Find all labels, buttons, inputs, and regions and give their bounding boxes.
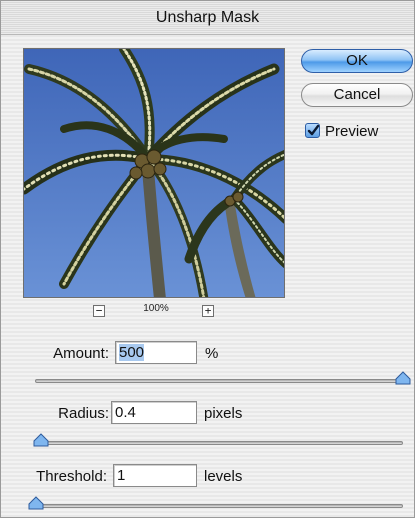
checkmark-icon: [307, 124, 320, 136]
radius-slider-thumb[interactable]: [33, 433, 49, 447]
ok-button[interactable]: OK: [301, 49, 413, 73]
radius-unit: pixels: [204, 405, 243, 422]
palm-tree-image: [24, 49, 284, 297]
amount-value: 500: [119, 344, 145, 361]
amount-slider-track[interactable]: [35, 379, 403, 383]
window-title: Unsharp Mask: [155, 9, 260, 26]
amount-unit: %: [205, 345, 219, 362]
threshold-field[interactable]: 1: [113, 464, 197, 487]
radius-label: Radius:: [58, 405, 109, 422]
zoom-in-button[interactable]: +: [202, 305, 214, 317]
amount-label: Amount:: [53, 345, 109, 362]
zoom-out-button[interactable]: −: [93, 305, 105, 317]
radius-field[interactable]: 0.4: [111, 401, 197, 424]
threshold-slider-thumb[interactable]: [28, 496, 44, 510]
preview-image[interactable]: [23, 48, 285, 298]
radius-slider-track[interactable]: [35, 441, 403, 445]
preview-checkbox[interactable]: [305, 123, 320, 138]
threshold-unit: levels: [204, 468, 243, 485]
threshold-label: Threshold:: [36, 468, 107, 485]
title-bar[interactable]: Unsharp Mask: [1, 1, 414, 35]
threshold-slider-track[interactable]: [35, 504, 403, 508]
zoom-level: 100%: [143, 303, 169, 314]
preview-checkbox-label: Preview: [325, 123, 379, 140]
cancel-button[interactable]: Cancel: [301, 83, 413, 107]
amount-field[interactable]: 500: [115, 341, 197, 364]
unsharp-mask-dialog: Unsharp Mask − 100% + OK Cancel Preview …: [0, 0, 415, 518]
amount-slider-thumb[interactable]: [395, 371, 411, 385]
